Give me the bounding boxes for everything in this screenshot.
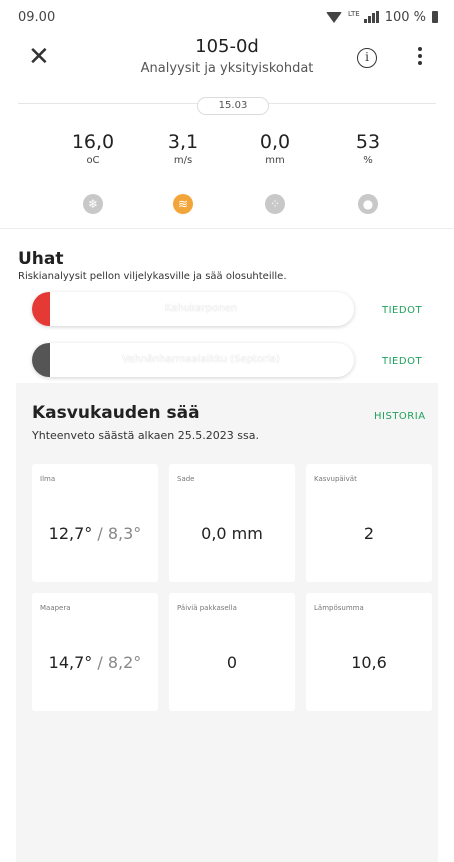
risk-status-indicator [32, 343, 50, 377]
stat-card-heat-sum: Lämpösumma 10,6 [306, 593, 432, 711]
metric-value: 3,1 [167, 131, 199, 153]
metric-unit: m/s [173, 155, 193, 166]
metric-temperature: 16,0 oC [58, 131, 128, 166]
details-link[interactable]: TIEDOT [382, 305, 422, 316]
metric-unit: % [363, 155, 373, 166]
card-label: Kasvupäivät [314, 475, 357, 483]
stat-card-soil: Maapera 14,7° / 8,2° [32, 593, 158, 711]
metric-value: 16,0 [71, 131, 115, 153]
signal-icon [363, 11, 379, 23]
card-value: 0,0 mm [201, 524, 263, 543]
stat-card-frost-days: Päiviä pakkasella 0 [169, 593, 295, 711]
threats-section: Uhat Riskianalyysit pellon viljelykasvil… [0, 228, 454, 384]
wifi-icon [326, 11, 343, 23]
metric-wind: 3,1 m/s [148, 131, 218, 166]
risk-label: Kahukarponen [164, 303, 238, 314]
page-subtitle: Analyysit ja yksityiskohdat [140, 61, 314, 76]
card-label: Maapera [40, 604, 71, 612]
info-icon[interactable]: i [357, 48, 377, 68]
metric-value: 53 [355, 131, 381, 153]
card-value: 14,7° / 8,2° [48, 653, 142, 672]
humidity-icon[interactable]: ● [358, 194, 378, 214]
metric-humidity: 53 % [333, 131, 403, 166]
risk-label: Vehnänharmaalaikku (Septoria) [122, 354, 280, 365]
status-time: 09.00 [18, 9, 56, 25]
battery-percent: 100 % [384, 9, 426, 25]
card-label: Lämpösumma [314, 604, 364, 612]
weather-summary: 15.03 16,0 oC 3,1 m/s 0,0 mm 53 % ❄ ≋ ⁘ … [0, 97, 454, 225]
battery-icon [432, 11, 438, 23]
network-type: LTE [348, 9, 360, 18]
season-weather-section: Kasvukauden sää HISTORIA Yhteenveto sääs… [16, 383, 438, 862]
card-value: 0 [226, 653, 238, 672]
more-vert-icon[interactable] [414, 44, 426, 72]
history-link[interactable]: HISTORIA [374, 411, 426, 422]
risk-item[interactable]: Vehnänharmaalaikku (Septoria) [32, 343, 354, 377]
metric-value: 0,0 [259, 131, 291, 153]
status-icons: LTE 100 % [326, 10, 438, 25]
app-header: ✕ 105-0d Analyysit ja yksityiskohdat i [0, 34, 454, 90]
stat-card-rain: Sade 0,0 mm [169, 464, 295, 582]
metric-unit: oC [86, 155, 100, 166]
rain-icon[interactable]: ⁘ [265, 194, 285, 214]
card-value: 12,7° / 8,3° [48, 524, 142, 543]
status-bar: 09.00 LTE 100 % [0, 0, 454, 34]
risk-status-indicator [32, 292, 50, 326]
section-description: Riskianalyysit pellon viljelykasville ja… [18, 271, 287, 282]
section-subtitle: Yhteenveto säästä alkaen 25.5.2023 ssa. [32, 429, 259, 442]
card-label: Päiviä pakkasella [177, 604, 237, 612]
stat-card-growing-days: Kasvupäivät 2 [306, 464, 432, 582]
date-badge: 15.03 [197, 97, 269, 115]
wind-icon[interactable]: ≋ [173, 194, 193, 214]
details-link[interactable]: TIEDOT [382, 356, 422, 367]
card-value: 10,6 [351, 653, 387, 672]
metric-unit: mm [265, 155, 285, 166]
snowflake-icon[interactable]: ❄ [83, 194, 103, 214]
card-value: 2 [363, 524, 375, 543]
page-title: 105-0d [195, 36, 259, 57]
metric-rain: 0,0 mm [240, 131, 310, 166]
risk-item[interactable]: Kahukarponen [32, 292, 354, 326]
stat-card-air: Ilma 12,7° / 8,3° [32, 464, 158, 582]
card-label: Ilma [40, 475, 56, 483]
card-label: Sade [177, 475, 195, 483]
section-title: Uhat [18, 249, 64, 269]
section-title: Kasvukauden sää [32, 403, 200, 423]
